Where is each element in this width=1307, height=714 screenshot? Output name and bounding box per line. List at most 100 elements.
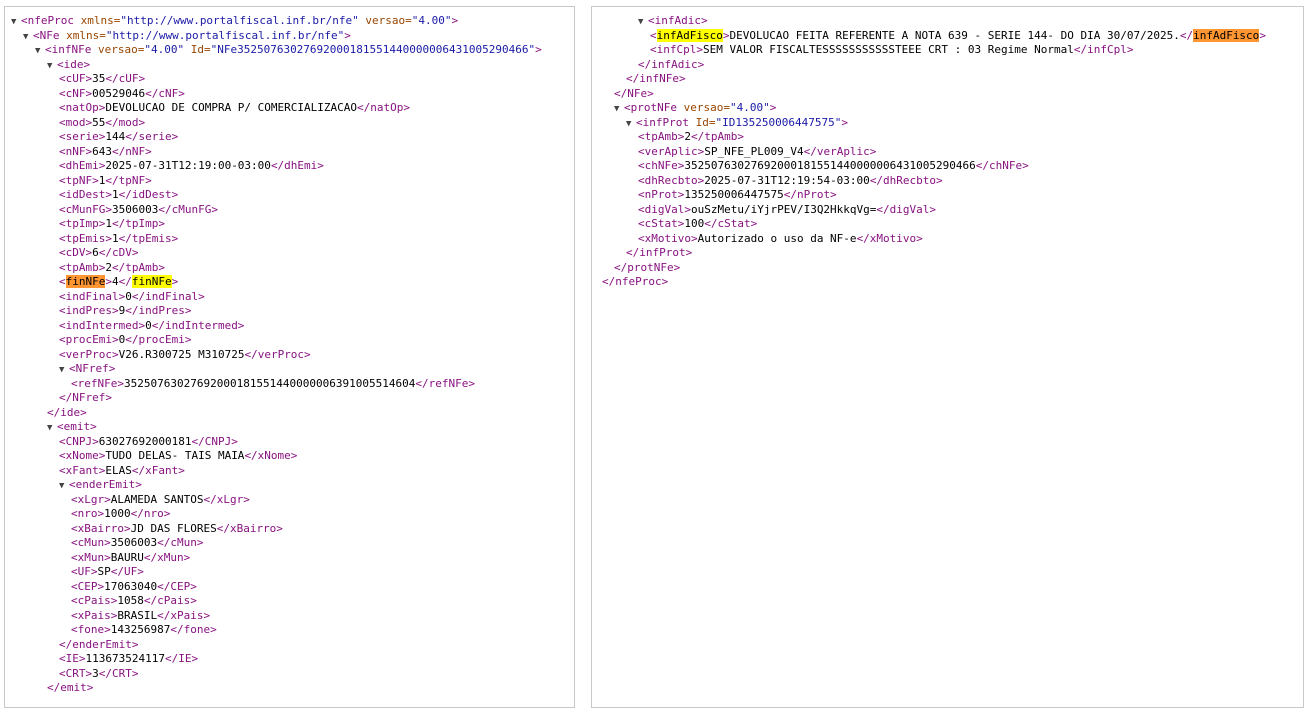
xml-token-val: "4.00" (729, 101, 770, 114)
collapse-toggle-icon[interactable]: ▼ (23, 30, 33, 45)
xml-token-txt: 63027692000181 (98, 434, 192, 448)
xml-token-tag: <nProt> (638, 188, 685, 201)
xml-token-tag: <verAplic> (638, 144, 705, 158)
xml-token-tag: <cMunFG> (59, 202, 112, 216)
xml-token-txt: 3 (92, 666, 99, 680)
xml-line: <dhRecbto>2025-07-31T12:19:54-03:00</dhR… (592, 174, 1303, 189)
xml-token-tag: </dhRecbto> (869, 173, 943, 187)
collapse-toggle-icon[interactable]: ▼ (59, 363, 69, 378)
xml-line: <tpNF>1</tpNF> (5, 174, 574, 189)
collapse-toggle-icon[interactable]: ▼ (626, 117, 636, 132)
search-highlight: infAdFisco (1193, 28, 1260, 42)
xml-lines: ▼ <infAdic> <infAdFisco>DEVOLUCAO FEITA RE… (592, 14, 1303, 290)
xml-token-tag: <indIntermed> (59, 318, 146, 332)
xml-token-att: xmlns= (73, 14, 121, 27)
xml-token-tag: <cNF> (59, 86, 93, 100)
xml-viewer-left-pane: ▼ <nfeProc xmlns="http://www.portalfiscal… (4, 6, 575, 708)
collapse-toggle-icon[interactable]: ▼ (47, 421, 57, 436)
xml-token-tag: <cDV> (59, 246, 93, 259)
xml-token-tag: <serie> (59, 130, 106, 143)
xml-line: </infProt> (592, 246, 1303, 261)
xml-token-tag: </indPres> (125, 304, 192, 317)
xml-token-txt: 1 (111, 231, 119, 245)
xml-token-tag: </refNFe> (415, 376, 475, 390)
collapse-toggle-icon[interactable]: ▼ (35, 44, 45, 59)
xml-token-tag: <infNFe (45, 43, 92, 56)
xml-token-tag: </verAplic> (803, 144, 877, 158)
xml-token-tag: > (105, 275, 112, 288)
xml-token-txt: ELAS (105, 463, 132, 477)
xml-token-txt: 00529046 (92, 86, 146, 100)
xml-line: </ide> (5, 406, 574, 421)
xml-token-tag: </ide> (47, 405, 87, 419)
xml-line: <idDest>1</idDest> (5, 188, 574, 203)
collapse-toggle-icon[interactable]: ▼ (47, 59, 57, 74)
xml-token-txt: SEM VALOR FISCALTESSSSSSSSSSSTEEE CRT : … (702, 43, 1074, 56)
xml-token-tag: <indPres> (59, 304, 119, 317)
xml-line: <UF>SP</UF> (5, 565, 574, 580)
xml-lines: ▼ <nfeProc xmlns="http://www.portalfiscal… (5, 14, 574, 696)
xml-token-tag: </indIntermed> (151, 318, 245, 332)
xml-line: <indFinal>0</indFinal> (5, 290, 574, 305)
xml-line: ▼ <enderEmit> (5, 478, 574, 493)
xml-line: <dhEmi>2025-07-31T12:19:00-03:00</dhEmi> (5, 159, 574, 174)
xml-line: <finNFe>4</finNFe> (5, 275, 574, 290)
xml-token-val: "http://www.portalfiscal.inf.br/nfe" (105, 28, 345, 42)
xml-token-txt: SP_NFE_PL009_V4 (704, 144, 804, 158)
xml-token-txt: 643 (92, 144, 112, 158)
xml-line: <xBairro>JD DAS FLORES</xBairro> (5, 522, 574, 537)
xml-token-tag: <xFant> (59, 463, 106, 477)
xml-token-txt: DEVOLUCAO DE COMPRA P/ COMERCIALIZACAO (105, 101, 358, 114)
xml-line: ▼ <nfeProc xmlns="http://www.portalfiscal… (5, 14, 574, 29)
xml-token-tag: > (171, 275, 179, 288)
xml-line: <xFant>ELAS</xFant> (5, 464, 574, 479)
xml-token-txt: 0 (125, 289, 132, 303)
xml-token-att: xmlns= (59, 28, 106, 42)
xml-token-tag: </xFant> (131, 463, 185, 477)
xml-token-att: versao= (358, 14, 412, 27)
xml-token-tag: <protNFe (624, 101, 677, 114)
xml-token-tag: <tpNF> (59, 173, 99, 187)
xml-token-tag: <fone> (71, 623, 111, 636)
xml-token-txt: BRASIL (117, 608, 158, 622)
xml-line: ▼ <infNFe versao="4.00" Id="NFe3525076302… (5, 43, 574, 58)
xml-token-tag: <indFinal> (59, 289, 126, 303)
xml-token-tag: > (1259, 28, 1266, 42)
xml-token-tag: </xMotivo> (856, 231, 923, 245)
xml-line: <xMun>BAURU</xMun> (5, 551, 574, 566)
xml-token-tag: </chNFe> (975, 159, 1029, 172)
xml-token-txt: 2 (684, 130, 691, 143)
xml-line: <digVal>ouSzMetu/iYjrPEV/I3Q2HkkqVg=</di… (592, 203, 1303, 218)
xml-token-txt: BAURU (110, 550, 144, 564)
xml-token-tag: <ide> (57, 57, 91, 71)
xml-line: <infAdFisco>DEVOLUCAO FEITA REFERENTE A … (592, 28, 1303, 44)
xml-line: <IE>113673524117</IE> (5, 652, 574, 667)
xml-token-tag: </ (1179, 28, 1194, 42)
collapse-toggle-icon[interactable]: ▼ (11, 15, 21, 30)
xml-line: ▼ <ide> (5, 58, 574, 73)
xml-line: <nro>1000</nro> (5, 507, 574, 522)
xml-token-tag: </tpAmb> (111, 260, 165, 274)
xml-token-att: versao= (676, 101, 730, 114)
xml-token-tag: > (841, 115, 848, 129)
xml-token-txt: 1 (105, 217, 112, 230)
collapse-toggle-icon[interactable]: ▼ (614, 102, 624, 117)
xml-token-tag: </NFe> (614, 86, 654, 100)
xml-line: <cStat>100</cStat> (592, 217, 1303, 232)
collapse-toggle-icon[interactable]: ▼ (638, 15, 648, 30)
xml-token-tag: </ (118, 275, 132, 288)
xml-token-tag: </tpEmis> (118, 231, 179, 245)
xml-line: <tpAmb>2</tpAmb> (5, 261, 574, 276)
xml-line: <mod>55</mod> (5, 116, 574, 131)
collapse-toggle-icon[interactable]: ▼ (59, 479, 69, 494)
xml-token-tag: </tpNF> (105, 173, 152, 187)
xml-line: <cUF>35</cUF> (5, 72, 574, 87)
xml-token-tag: <enderEmit> (69, 478, 142, 491)
xml-line: <fone>143256987</fone> (5, 623, 574, 638)
xml-token-tag: <UF> (71, 565, 98, 578)
xml-token-tag: </CNPJ> (191, 434, 238, 448)
xml-token-tag: </UF> (110, 565, 144, 578)
xml-token-tag: </cDV> (98, 246, 139, 259)
xml-token-tag: <cUF> (59, 72, 93, 85)
xml-viewer-right-pane: ▼ <infAdic> <infAdFisco>DEVOLUCAO FEITA RE… (591, 6, 1304, 708)
